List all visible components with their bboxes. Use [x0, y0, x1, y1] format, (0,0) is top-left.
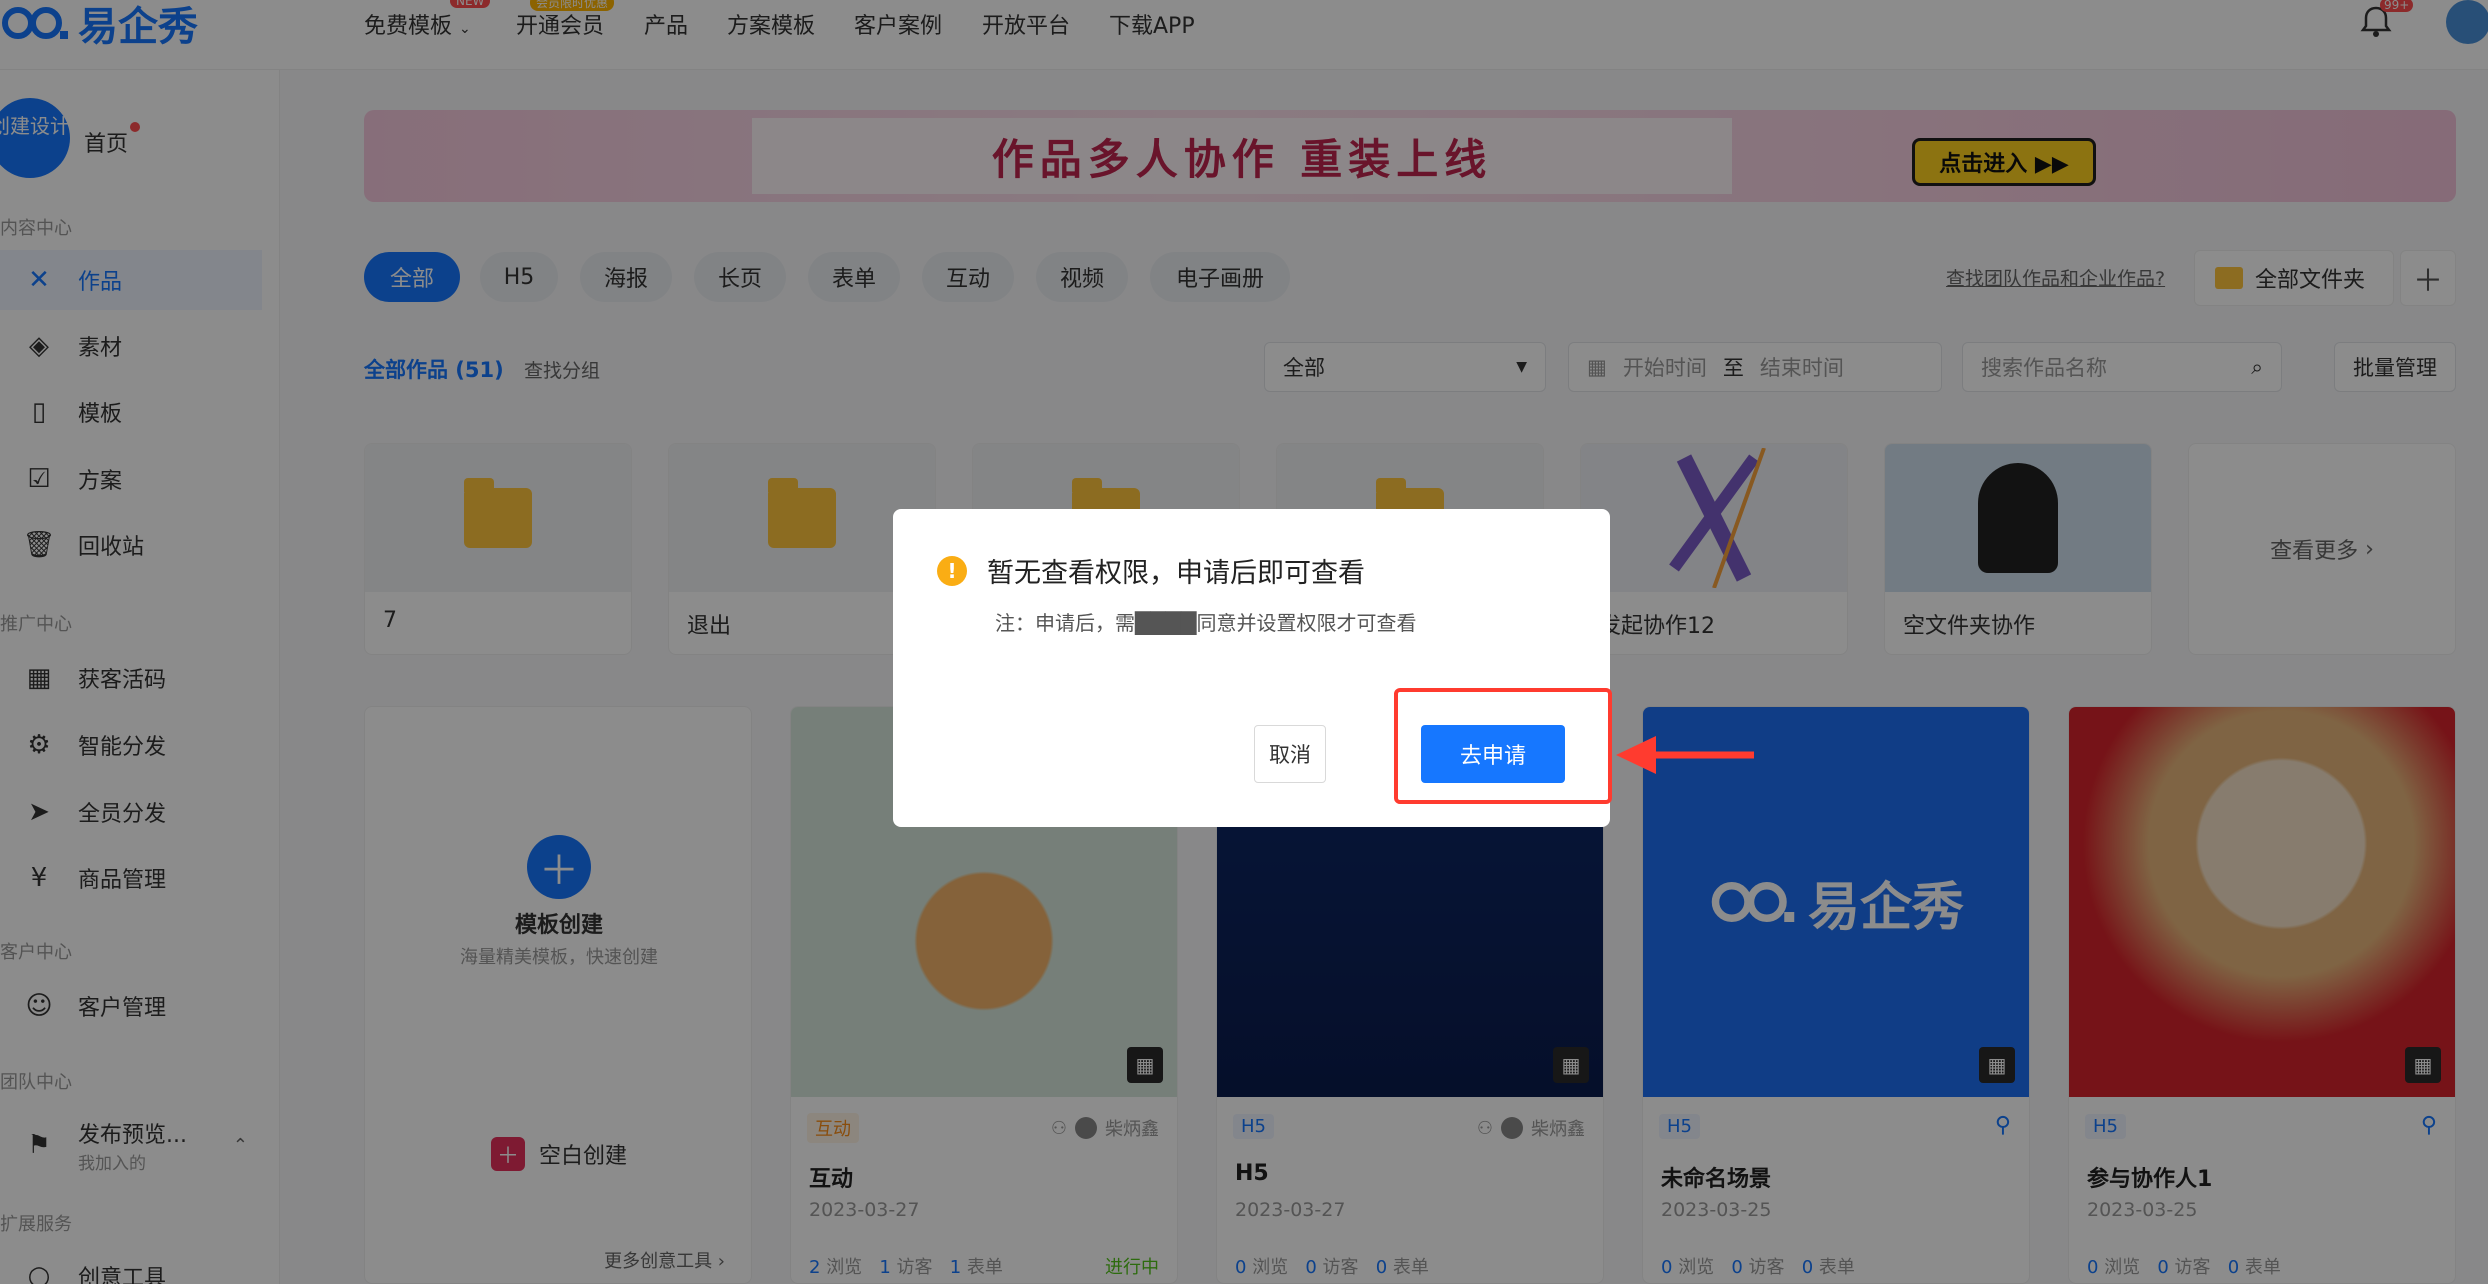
annotation-arrow-icon [1616, 736, 1754, 774]
dialog-title: 暂无查看权限，申请后即可查看 [987, 558, 1365, 589]
dialog-header: ! 暂无查看权限，申请后即可查看 [937, 551, 1365, 590]
dialog-note: 注：申请后，需████同意并设置权限才可查看 [995, 611, 1417, 635]
annotation-highlight [1394, 688, 1612, 804]
cancel-button[interactable]: 取消 [1254, 725, 1326, 783]
warning-icon: ! [937, 555, 967, 586]
